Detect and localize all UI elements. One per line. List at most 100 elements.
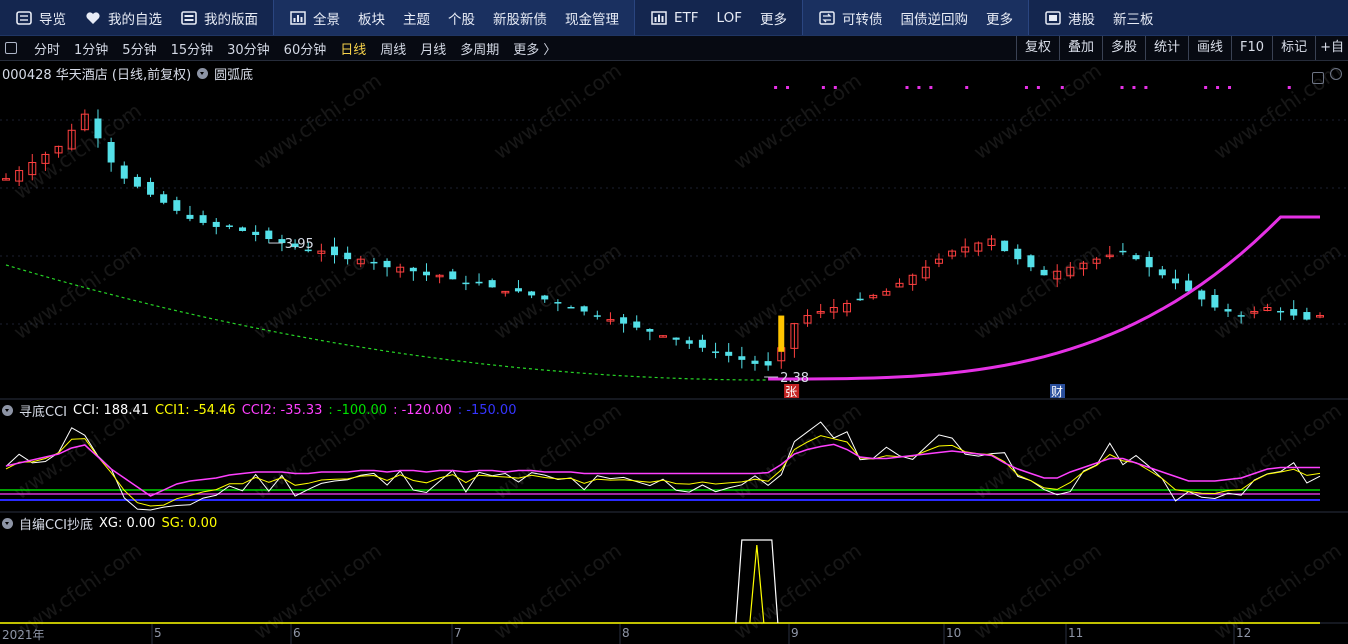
candle-body-down [488,280,496,288]
candle-body-down [712,351,720,353]
candle-body-down [1171,278,1179,284]
candle-body-down [541,295,549,300]
candle-body-down [633,321,641,328]
main-chart-header: 000428 华天酒店 (日线,前复权) 圆弧底 [2,64,253,83]
candle-body-down [265,230,273,240]
xaxis-label: 6 [293,626,301,640]
line-120-value: : -120.00 [393,402,452,418]
cci2-panel-title[interactable]: 自编CCI抄底 [19,514,93,533]
dropdown-icon[interactable] [197,67,209,79]
candle-body-down [685,340,693,344]
indicator-name[interactable]: 圆弧底 [214,64,253,83]
candle-body-down [1027,255,1035,268]
watermark-text: www.cfchi.com [729,398,866,504]
line-150-value: : -150.00 [457,402,517,418]
candle-body-down [1014,248,1022,260]
dropdown-icon[interactable] [2,517,13,529]
watermark-layer: www.cfchi.com www.cfchi.com www.cfchi.com w… [9,58,1346,644]
candle-body-down [528,291,536,296]
watermark-text: www.cfchi.com [489,58,626,164]
candle-body-down [239,227,247,231]
low-price-label: 2.38 [780,371,809,386]
cci-line [5,421,1321,511]
signal-dot [1287,86,1291,89]
descending-arc-line [5,264,769,381]
candle-body-down [199,215,207,223]
sg-value: SG: 0.00 [161,515,218,531]
watermark-text: www.cfchi.com [969,58,1106,164]
cci2-value: CCI2: -35.33 [241,402,323,418]
candle-body-down [370,261,378,264]
watermark-text: www.cfchi.com [1209,398,1346,504]
signal-dot [1060,86,1064,89]
signal-dot [905,86,909,89]
candle-body-down [147,181,155,195]
signal-dot [929,86,933,89]
main-panel-settings-icon[interactable] [1330,68,1342,80]
cci-panel-title[interactable]: 寻底CCI [19,401,67,420]
candle-body-down [764,361,772,366]
candle-body-down [120,165,128,179]
main-panel-close-icon[interactable] [1312,72,1324,84]
xaxis-label: 9 [791,626,799,640]
candle-body-down [698,339,706,348]
candle-body-down [1158,269,1166,276]
watermark-text: www.cfchi.com [1209,58,1346,164]
watermark-text: www.cfchi.com [489,238,626,344]
watermark-text: www.cfchi.com [969,238,1106,344]
xaxis-label: 5 [154,626,162,640]
zhang-badge-text: 张 [785,385,797,399]
candle-body-down [422,271,430,276]
xaxis-label: 12 [1236,626,1252,640]
candle-body-down [252,231,260,235]
candle-body-down [1211,294,1219,308]
watermark-text: www.cfchi.com [1209,238,1346,344]
candle-body-down [751,360,759,364]
candle-body-down [449,271,457,280]
signal-dot [965,86,969,89]
cci2-line [5,443,1320,497]
candle-body-down [212,221,220,227]
candle-body-down [1290,309,1298,316]
cci1-value: CCI1: -54.46 [155,402,236,418]
candle-body-down [1237,315,1245,317]
cci-panel-header: 寻底CCI CCI: 188.41 CCI1: -54.46 CCI2: -35… [2,401,517,420]
candle-body-down [856,298,864,301]
xaxis-label: 11 [1068,626,1084,640]
signal-dot [1216,86,1220,89]
watermark-text: www.cfchi.com [489,538,626,644]
candle-body-down [1001,240,1009,252]
kline-chart-canvas[interactable]: www.cfchi.com www.cfchi.com www.cfchi.com w… [0,0,1348,644]
line-100-value: : -100.00 [328,402,388,418]
signal-dot [917,86,921,89]
signal-dot [1228,86,1232,89]
candle-body-down [1132,255,1140,260]
watermark-text: www.cfchi.com [249,68,386,174]
candle-body-down [409,267,417,272]
candle-body-down [331,246,338,256]
watermark-text: www.cfchi.com [729,238,866,344]
stock-title: 000428 华天酒店 (日线,前复权) [2,67,192,83]
candle-body-down [646,328,654,332]
watermark-text: www.cfchi.com [9,238,146,344]
candle-body-down [225,225,233,227]
candle-body-down [593,315,601,317]
candle-body-down [1277,310,1285,313]
dropdown-icon[interactable] [2,404,13,416]
candle-body-down [160,194,168,203]
cci-value: CCI: 188.41 [73,402,149,418]
cci2-panel-header: 自编CCI抄底 XG: 0.00 SG: 0.00 [2,514,218,533]
candle-body-down [1145,257,1153,268]
candle-body-down [738,356,746,360]
candle-body-down [554,302,562,304]
candle-body-down [475,281,483,284]
xaxis-label: 2021年 [2,628,45,642]
watermark-text: www.cfchi.com [729,68,866,174]
candle-body-down [173,200,181,211]
signal-dot [1120,86,1124,89]
watermark-text: www.cfchi.com [249,538,386,644]
cci-bottom-lines [0,539,1320,624]
candle-body-down [344,252,352,260]
candle-body-down [580,306,588,312]
candle-body-down [567,306,575,309]
